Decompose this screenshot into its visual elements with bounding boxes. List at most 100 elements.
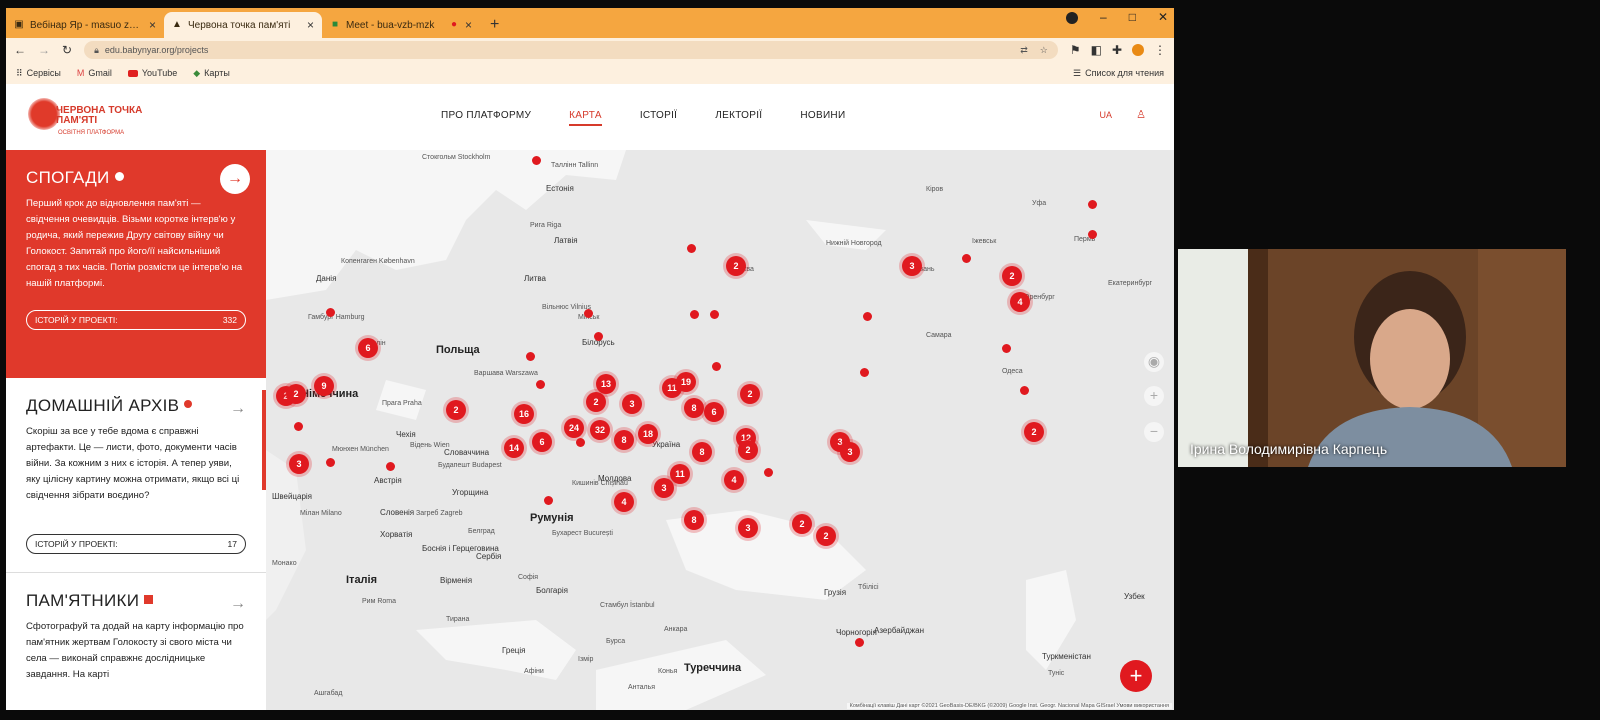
close-tab-icon[interactable]: × — [465, 18, 472, 32]
close-tab-icon[interactable]: × — [149, 18, 156, 32]
nav-lectures[interactable]: ЛЕКТОРІЇ — [715, 110, 762, 126]
back-icon[interactable]: ← — [14, 43, 26, 57]
map-point-marker[interactable] — [863, 312, 872, 321]
map-cluster-marker[interactable]: 4 — [724, 470, 744, 490]
map-point-marker[interactable] — [712, 362, 721, 371]
profile-avatar[interactable] — [1132, 44, 1144, 56]
map-point-marker[interactable] — [544, 496, 553, 505]
nav-news[interactable]: НОВИНИ — [800, 110, 845, 126]
map-cluster-marker[interactable]: 3 — [622, 394, 642, 414]
map-point-marker[interactable] — [386, 462, 395, 471]
map-attribution[interactable]: Комбінації клавіш Дані карт ©2021 GeoBas… — [846, 703, 1172, 709]
maximize-button[interactable]: □ — [1129, 10, 1136, 24]
menu-dots-icon[interactable]: ⋮ — [1154, 43, 1166, 57]
map-cluster-marker[interactable]: 6 — [532, 432, 552, 452]
close-window-button[interactable]: ✕ — [1158, 10, 1168, 24]
map-point-marker[interactable] — [576, 438, 585, 447]
tab-meet[interactable]: ■ Meet - bua-vzb-mzk ● × — [322, 12, 480, 38]
add-story-button[interactable]: + — [1120, 660, 1152, 692]
map-cluster-marker[interactable]: 2 — [286, 384, 306, 404]
map-point-marker[interactable] — [294, 422, 303, 431]
minimize-button[interactable]: – — [1100, 10, 1107, 24]
map-cluster-marker[interactable]: 18 — [638, 424, 658, 444]
new-tab-button[interactable]: + — [480, 12, 509, 38]
nav-map[interactable]: КАРТА — [569, 110, 602, 126]
map-point-marker[interactable] — [764, 468, 773, 477]
map-cluster-marker[interactable]: 2 — [586, 392, 606, 412]
map-point-marker[interactable] — [326, 458, 335, 467]
map-cluster-marker[interactable]: 3 — [902, 256, 922, 276]
bookmark-apps[interactable]: ⠿ Сервісы — [16, 68, 61, 79]
map-cluster-marker[interactable]: 6 — [358, 338, 378, 358]
map-cluster-marker[interactable]: 8 — [684, 510, 704, 530]
extension-icon[interactable]: ⚑ — [1070, 43, 1081, 57]
map-point-marker[interactable] — [860, 368, 869, 377]
map-point-marker[interactable] — [1002, 344, 1011, 353]
map-point-marker[interactable] — [710, 310, 719, 319]
extension-icon[interactable]: ◧ — [1091, 43, 1102, 57]
language-switch[interactable]: UA — [1095, 108, 1116, 122]
map-cluster-marker[interactable]: 2 — [816, 526, 836, 546]
map-cluster-marker[interactable]: 2 — [1024, 422, 1044, 442]
bookmark-gmail[interactable]: M Gmail — [77, 68, 112, 78]
map-cluster-marker[interactable]: 3 — [289, 454, 309, 474]
map-cluster-marker[interactable]: 13 — [596, 374, 616, 394]
map-point-marker[interactable] — [584, 309, 593, 318]
map-cluster-marker[interactable]: 6 — [704, 402, 724, 422]
map-cluster-marker[interactable]: 16 — [514, 404, 534, 424]
map-cluster-marker[interactable]: 2 — [738, 440, 758, 460]
map-cluster-marker[interactable]: 3 — [840, 442, 860, 462]
map-cluster-marker[interactable]: 2 — [792, 514, 812, 534]
map-cluster-marker[interactable]: 4 — [1010, 292, 1030, 312]
map-point-marker[interactable] — [526, 352, 535, 361]
map[interactable]: Стокгольм Stockholm Таллінн Tallinn Есто… — [266, 150, 1174, 710]
map-point-marker[interactable] — [687, 244, 696, 253]
arrow-right-icon[interactable]: → — [230, 595, 246, 613]
card-memories[interactable]: СПОГАДИ → Перший крок до відновлення пам… — [6, 150, 266, 378]
map-cluster-marker[interactable]: 9 — [314, 376, 334, 396]
map-cluster-marker[interactable]: 8 — [692, 442, 712, 462]
arrow-right-icon[interactable]: → — [230, 400, 246, 418]
nav-about[interactable]: ПРО ПЛАТФОРМУ — [441, 110, 531, 126]
map-cluster-marker[interactable]: 2 — [446, 400, 466, 420]
map-cluster-marker[interactable]: 32 — [590, 420, 610, 440]
locate-icon[interactable]: ◉ — [1144, 352, 1164, 372]
map-point-marker[interactable] — [962, 254, 971, 263]
map-point-marker[interactable] — [1088, 200, 1097, 209]
translate-icon[interactable]: ⇄ — [1020, 45, 1028, 56]
bookmark-maps[interactable]: ◆ Карты — [193, 68, 230, 79]
user-icon[interactable]: ♙ — [1136, 108, 1146, 121]
stories-count[interactable]: ІСТОРІЙ У ПРОЕКТІ: 332 — [26, 310, 246, 330]
map-cluster-marker[interactable]: 3 — [654, 478, 674, 498]
map-point-marker[interactable] — [326, 308, 335, 317]
map-cluster-marker[interactable]: 8 — [614, 430, 634, 450]
map-cluster-marker[interactable]: 2 — [726, 256, 746, 276]
nav-stories[interactable]: ІСТОРІЇ — [640, 110, 677, 126]
zoom-out-button[interactable]: − — [1144, 422, 1164, 442]
map-point-marker[interactable] — [532, 156, 541, 165]
card-home-archive[interactable]: ДОМАШНІЙ АРХІВ → Скоріш за все у тебе вд… — [6, 378, 266, 573]
puzzle-icon[interactable]: ✚ — [1112, 43, 1122, 57]
map-cluster-marker[interactable]: 2 — [740, 384, 760, 404]
close-tab-icon[interactable]: × — [307, 18, 314, 32]
map-point-marker[interactable] — [1020, 386, 1029, 395]
reading-list[interactable]: ☰ Список для чтения — [1073, 68, 1164, 79]
address-bar[interactable]: 🔒︎ edu.babynyar.org/projects ⇄ ☆ — [84, 41, 1058, 59]
map-cluster-marker[interactable]: 14 — [504, 438, 524, 458]
map-cluster-marker[interactable]: 11 — [670, 464, 690, 484]
tab-active[interactable]: ▲ Червона точка пам'яті × — [164, 12, 322, 38]
map-point-marker[interactable] — [594, 332, 603, 341]
map-cluster-marker[interactable]: 24 — [564, 418, 584, 438]
map-cluster-marker[interactable]: 4 — [614, 492, 634, 512]
extension-icon[interactable] — [1066, 12, 1078, 24]
map-cluster-marker[interactable]: 8 — [684, 398, 704, 418]
map-point-marker[interactable] — [855, 638, 864, 647]
map-cluster-marker[interactable]: 2 — [1002, 266, 1022, 286]
tab-webinar[interactable]: ▣ Вебінар Яр - masuo zobyma i masu ... × — [6, 12, 164, 38]
map-cluster-marker[interactable]: 3 — [738, 518, 758, 538]
arrow-right-button[interactable]: → — [220, 164, 250, 194]
forward-icon[interactable]: → — [38, 43, 50, 57]
map-point-marker[interactable] — [1088, 230, 1097, 239]
map-point-marker[interactable] — [536, 380, 545, 389]
bookmark-youtube[interactable]: YouTube — [127, 68, 177, 78]
